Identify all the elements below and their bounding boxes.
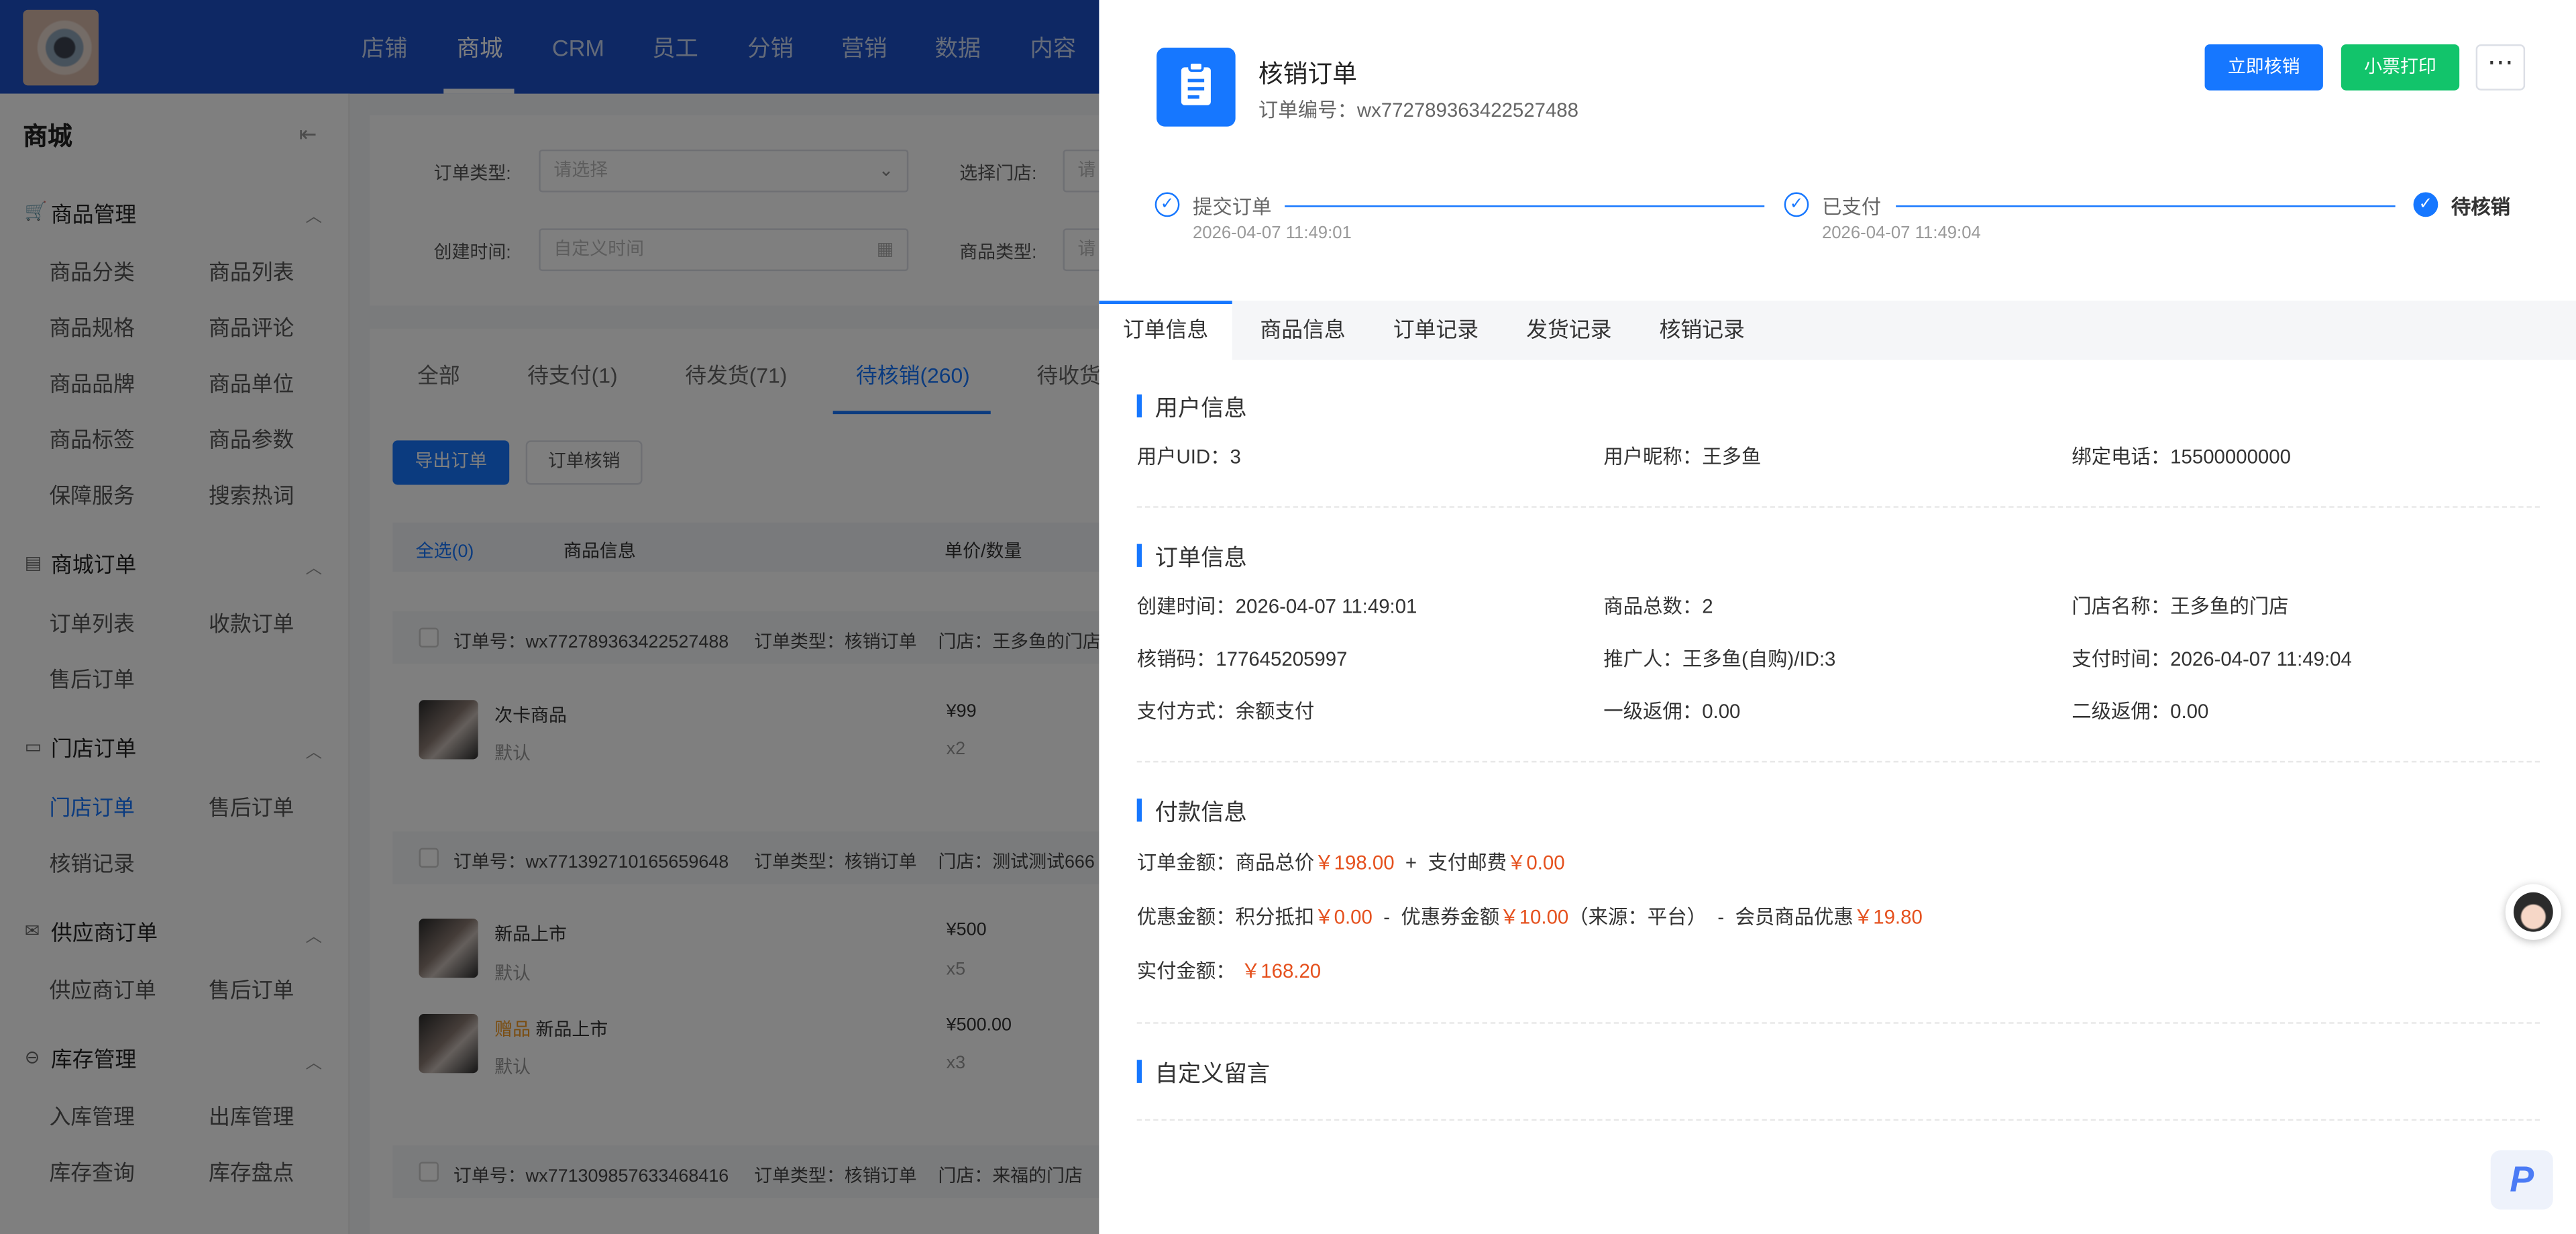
step-title: 待核销 — [2451, 195, 2511, 219]
section-marker — [1136, 394, 1142, 418]
field-label: 绑定电话： — [2072, 445, 2171, 468]
field-value: 177645205997 — [1216, 647, 1348, 671]
section-title-user: 用户信息 — [1155, 394, 1247, 421]
modal-overlay[interactable] — [0, 0, 1099, 1234]
section-marker — [1136, 799, 1142, 822]
step-connector — [1896, 205, 2396, 207]
tab-order-info[interactable]: 订单信息 — [1099, 301, 1232, 360]
tab-active-underline — [1099, 301, 1232, 305]
field-label: 二级返佣： — [2072, 700, 2171, 723]
field-value: 王多鱼(自购)/ID:3 — [1682, 647, 1836, 671]
member-discount-label: 会员商品优惠 — [1735, 905, 1854, 929]
clipboard-icon — [1157, 48, 1236, 127]
section-divider — [1136, 760, 2540, 763]
user-phone: 绑定电话：15500000000 — [2072, 442, 2291, 470]
tab-order-records[interactable]: 订单记录 — [1393, 301, 1479, 360]
verify-now-button[interactable]: 立即核销 — [2204, 44, 2323, 91]
step-time: 2026-04-07 11:49:04 — [1821, 223, 1981, 244]
section-divider — [1136, 506, 2540, 508]
step-connector — [1285, 205, 1765, 207]
field-label: 推广人： — [1603, 647, 1682, 671]
step-title: 已支付 — [1821, 195, 1882, 219]
order-number: 订单编号：wx772789363422527488 — [1258, 98, 1578, 122]
field-value: 王多鱼的门店 — [2170, 595, 2289, 618]
screen: 店铺 商城 CRM 员工 分销 营销 数据 内容 商城 ⇤ 🛒 商品管理 ︿ 商… — [0, 0, 2576, 1234]
points-value: ￥0.00 — [1314, 905, 1373, 929]
goods-price-label: 商品总价 — [1235, 851, 1315, 874]
check-icon: ✓ — [2413, 192, 2438, 217]
user-nickname: 用户昵称：王多鱼 — [1603, 442, 1761, 470]
field-value: 余额支付 — [1235, 700, 1315, 723]
field-label: 优惠金额： — [1136, 905, 1236, 929]
order-amount-row: 订单金额：商品总价￥198.00 + 支付邮费￥0.00 — [1137, 848, 1565, 876]
created-time: 创建时间：2026-04-07 11:49:01 — [1137, 592, 1417, 620]
section-title-custom-message: 自定义留言 — [1155, 1060, 1271, 1086]
step-title: 提交订单 — [1192, 195, 1272, 219]
verify-code: 核销码：177645205997 — [1137, 644, 1348, 672]
field-label: 实付金额： — [1136, 960, 1236, 983]
field-value: 15500000000 — [2170, 445, 2291, 468]
field-label: 门店名称： — [2072, 595, 2171, 618]
minus-sign: - — [1383, 905, 1391, 929]
field-label: 用户UID： — [1136, 445, 1230, 468]
section-divider — [1136, 1119, 2540, 1121]
user-uid: 用户UID：3 — [1137, 442, 1241, 470]
tab-verify-records[interactable]: 核销记录 — [1659, 301, 1744, 360]
check-icon: ✓ — [1784, 192, 1809, 217]
step-time: 2026-04-07 11:49:01 — [1192, 223, 1352, 244]
coupon-source: （来源：平台） — [1568, 905, 1707, 929]
section-title-payment: 付款信息 — [1155, 799, 1247, 825]
paid-amount-value: ￥168.20 — [1240, 960, 1322, 983]
check-icon: ✓ — [1155, 192, 1180, 217]
section-title-order: 订单信息 — [1155, 544, 1247, 570]
section-marker — [1136, 1060, 1142, 1083]
print-receipt-button[interactable]: 小票打印 — [2341, 44, 2460, 91]
plus-sign: + — [1405, 851, 1417, 874]
store-name: 门店名称：王多鱼的门店 — [2072, 592, 2288, 620]
more-options-button[interactable]: ⋯ — [2475, 44, 2526, 91]
coupon-label: 优惠券金额 — [1401, 905, 1500, 929]
promoter: 推广人：王多鱼(自购)/ID:3 — [1603, 644, 1835, 672]
tab-goods-info[interactable]: 商品信息 — [1260, 301, 1345, 360]
drawer-title: 核销订单 — [1258, 60, 1357, 89]
goods-total: 商品总数：2 — [1603, 592, 1713, 620]
p-logo-icon[interactable]: P — [2490, 1150, 2553, 1210]
field-label: 用户昵称： — [1603, 445, 1703, 468]
pay-method: 支付方式：余额支付 — [1137, 697, 1315, 725]
field-label: 支付方式： — [1136, 700, 1236, 723]
field-label: 支付时间： — [2072, 647, 2171, 671]
field-value: 2 — [1702, 595, 1713, 618]
minus-sign: - — [1717, 905, 1725, 929]
tab-shipping-records[interactable]: 发货记录 — [1526, 301, 1611, 360]
postage-label: 支付邮费 — [1428, 851, 1507, 874]
field-value: 0.00 — [2170, 700, 2209, 723]
field-value: 2026-04-07 11:49:04 — [2170, 647, 2352, 671]
member-discount-value: ￥19.80 — [1853, 905, 1923, 929]
postage-value: ￥0.00 — [1507, 851, 1565, 874]
points-label: 积分抵扣 — [1235, 905, 1315, 929]
section-marker — [1136, 544, 1142, 567]
field-label: 创建时间： — [1136, 595, 1236, 618]
field-value: 王多鱼 — [1702, 445, 1762, 468]
field-label: 商品总数： — [1603, 595, 1703, 618]
customer-service-avatar[interactable] — [2505, 884, 2561, 940]
level1-commission: 一级返佣：0.00 — [1603, 697, 1740, 725]
field-value: 0.00 — [1702, 700, 1741, 723]
avatar-face-icon — [2513, 892, 2553, 932]
section-divider — [1136, 1022, 2540, 1024]
field-label: 订单金额： — [1136, 851, 1236, 874]
coupon-value: ￥10.00 — [1499, 905, 1569, 929]
field-value: 3 — [1230, 445, 1241, 468]
field-label: 一级返佣： — [1603, 700, 1703, 723]
discount-amount-row: 优惠金额：积分抵扣￥0.00 - 优惠券金额￥10.00（来源：平台） - 会员… — [1137, 903, 1923, 931]
field-label: 核销码： — [1136, 647, 1216, 671]
paid-amount-row: 实付金额： ￥168.20 — [1137, 956, 1321, 984]
pay-time: 支付时间：2026-04-07 11:49:04 — [2072, 644, 2352, 672]
goods-price-value: ￥198.00 — [1314, 851, 1395, 874]
level2-commission: 二级返佣：0.00 — [2072, 697, 2208, 725]
field-value: 2026-04-07 11:49:01 — [1235, 595, 1417, 618]
